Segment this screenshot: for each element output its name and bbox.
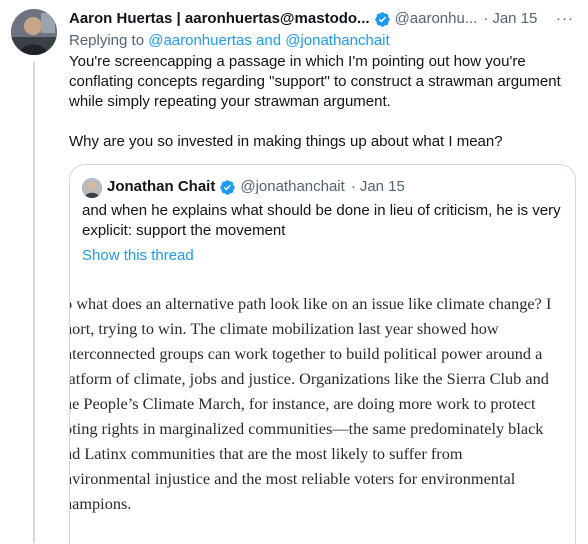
book-line: hampions. (70, 494, 132, 513)
book-line: latform of climate, jobs and justice. Or… (70, 369, 549, 388)
tweet-paragraph: You're screencapping a passage in which … (69, 53, 561, 110)
book-line: nvironmental injustice and the most reli… (70, 469, 516, 488)
more-icon[interactable]: ··· (556, 9, 574, 29)
book-line: nterconnected groups can work together t… (70, 344, 543, 363)
author-avatar[interactable] (11, 9, 57, 55)
book-line: o what does an alternative path look lik… (70, 294, 552, 313)
author-handle[interactable]: @aaronhu... (395, 9, 478, 29)
show-thread-link[interactable]: Show this thread (82, 246, 194, 266)
quoted-avatar-image (82, 178, 102, 198)
tweet-header: Aaron Huertas | aaronhuertas@mastodo... … (69, 9, 578, 29)
verified-badge-icon (220, 179, 236, 195)
thread-line (33, 62, 35, 543)
book-line: hort, trying to win. The climate mobiliz… (70, 319, 499, 338)
quoted-date: Jan 15 (359, 178, 405, 195)
replying-to-links[interactable]: @aaronhuertas and @jonathanchait (148, 32, 389, 49)
author-avatar-image (11, 9, 57, 55)
book-line: oting rights in marginalized communities… (70, 419, 544, 438)
quoted-author-name[interactable]: Jonathan Chait (107, 177, 215, 197)
author-name[interactable]: Aaron Huertas | aaronhuertas@mastodo... (69, 9, 370, 29)
book-line: ne People’s Climate March, for instance,… (70, 394, 536, 413)
quoted-author-avatar (82, 178, 102, 198)
tweet-paragraph: Why are you so invested in making things… (69, 133, 503, 150)
quoted-header: Jonathan Chait @jonathanchait · Jan 15 (107, 177, 405, 197)
quoted-text: and when he explains what should be done… (82, 202, 561, 239)
book-excerpt: o what does an alternative path look lik… (70, 291, 575, 516)
quoted-author-handle: @jonathanchait (240, 178, 345, 195)
replying-prefix: Replying to (69, 32, 145, 49)
tweet-date[interactable]: Jan 15 (492, 9, 537, 29)
separator-dot: · (350, 178, 356, 195)
tweet-text: You're screencapping a passage in which … (69, 52, 579, 152)
quoted-image[interactable]: o what does an alternative path look lik… (70, 277, 575, 544)
book-line: nd Latinx communities that are the most … (70, 444, 463, 463)
quoted-tweet[interactable]: Jonathan Chait @jonathanchait · Jan 15 a… (69, 164, 576, 544)
replying-to: Replying to @aaronhuertas and @jonathanc… (69, 31, 390, 51)
separator-dot: · (483, 10, 489, 27)
verified-badge-icon (374, 11, 390, 27)
